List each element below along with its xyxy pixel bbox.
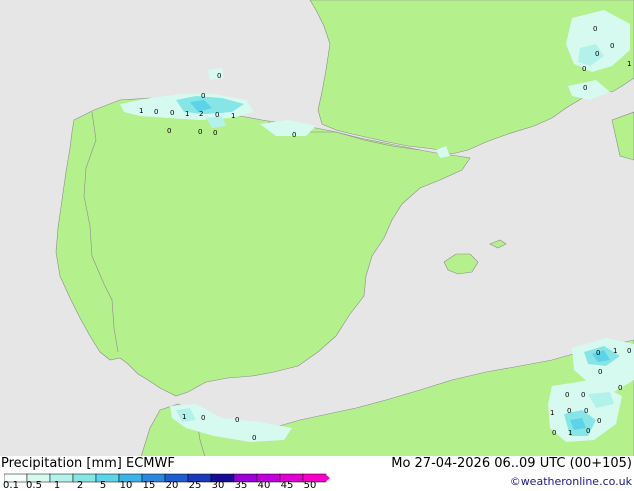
precip-label: 0 — [567, 407, 571, 415]
precipitation-map: 0 0 1 0 0 1 2 0 1 0 0 0 0 0 0 0 0 1 0 0 … — [0, 0, 634, 460]
precip-label: 0 — [167, 127, 171, 135]
color-scale-tick-label: 5 — [99, 480, 107, 491]
precip-label: 0 — [596, 349, 600, 357]
precip-label: 0 — [235, 416, 239, 424]
precip-label: 1 — [613, 347, 617, 355]
precip-label: 2 — [199, 110, 203, 118]
precip-label: 0 — [552, 429, 556, 437]
precip-label: 1 — [231, 112, 235, 120]
precip-label: 0 — [154, 108, 158, 116]
precip-label: 0 — [217, 72, 221, 80]
precip-label: 0 — [582, 65, 586, 73]
color-scale-tick-label: 20 — [165, 480, 179, 491]
precip-label: 0 — [201, 92, 205, 100]
color-scale-tick-label: 1 — [53, 480, 61, 491]
legend-footer: Precipitation [mm] ECMWF Mo 27-04-2026 0… — [0, 456, 634, 491]
color-scale-tick-label: 50 — [303, 480, 317, 491]
legend-title: Precipitation [mm] ECMWF — [1, 456, 175, 471]
precip-label: 0 — [292, 131, 296, 139]
precip-label: 0 — [595, 50, 599, 58]
precip-label: 0 — [627, 347, 631, 355]
precip-label: 0 — [586, 427, 590, 435]
precip-label: 0 — [610, 42, 614, 50]
precip-label: 0 — [213, 129, 217, 137]
color-scale-tick-label: 30 — [211, 480, 225, 491]
precip-label: 0 — [584, 407, 588, 415]
precip-label: 1 — [568, 429, 572, 437]
precip-label: 1 — [182, 413, 186, 421]
precip-label: 0 — [581, 391, 585, 399]
precip-label: 0 — [597, 417, 601, 425]
precip-label: 0 — [598, 368, 602, 376]
precip-label: 1 — [185, 110, 189, 118]
precip-label: 0 — [215, 111, 219, 119]
color-scale-tick-label: 25 — [188, 480, 202, 491]
precip-label: 0 — [618, 384, 622, 392]
color-scale-ticks: 0.1 0.5 1 2 5 10 15 20 25 30 35 40 45 50 — [0, 480, 334, 491]
color-scale-tick-label: 0.1 — [3, 480, 19, 491]
forecast-datetime: Mo 27-04-2026 06..09 UTC (00+105) — [391, 456, 632, 471]
legend-model: ECMWF — [126, 456, 175, 471]
color-scale-tick-label: 10 — [119, 480, 133, 491]
precip-label: 0 — [201, 414, 205, 422]
color-scale-tick-label: 2 — [76, 480, 84, 491]
precip-label: 0 — [170, 109, 174, 117]
credit-link[interactable]: ©weatheronline.co.uk — [510, 475, 632, 488]
color-scale-tick-label: 35 — [234, 480, 248, 491]
precip-label: 0 — [565, 391, 569, 399]
precip-label: 1 — [550, 409, 554, 417]
color-scale-tick-label: 0.5 — [26, 480, 42, 491]
precip-label: 0 — [583, 84, 587, 92]
precip-label: 1 — [627, 60, 631, 68]
precip-label: 0 — [252, 434, 256, 442]
precip-label: 0 — [198, 128, 202, 136]
precip-label: 0 — [593, 25, 597, 33]
legend-title-text: Precipitation [mm] — [1, 456, 122, 471]
color-scale-tick-label: 15 — [142, 480, 156, 491]
color-scale-tick-label: 45 — [280, 480, 294, 491]
precip-label: 1 — [139, 107, 143, 115]
color-scale-tick-label: 40 — [257, 480, 271, 491]
